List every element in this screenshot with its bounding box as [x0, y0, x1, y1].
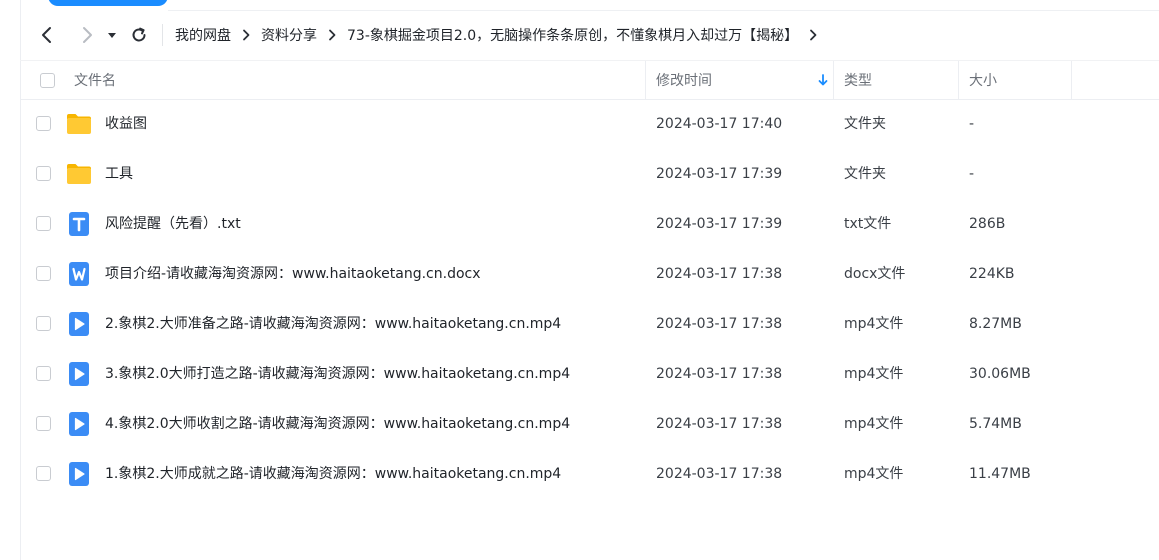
file-type: mp4文件 [844, 466, 904, 482]
column-header-name[interactable]: 文件名 [74, 61, 116, 99]
file-list: 收益图 2024-03-17 17:40 文件夹 - 工具 2024-03-17… [20, 99, 1159, 499]
column-header-modified[interactable]: 修改时间 [656, 61, 832, 99]
file-name[interactable]: 3.象棋2.0大师打造之路-请收藏海淘资源网：www.haitaoketang.… [105, 349, 570, 399]
select-all-checkbox[interactable] [40, 72, 55, 88]
chevron-right-icon [236, 29, 256, 41]
file-name[interactable]: 项目介绍-请收藏海淘资源网：www.haitaoketang.cn.docx [105, 249, 481, 299]
column-header-type[interactable]: 类型 [844, 61, 872, 99]
table-row[interactable]: 风险提醒（先看）.txt 2024-03-17 17:39 txt文件 286B [20, 199, 1159, 249]
video-file-icon [69, 312, 89, 336]
file-size: - [969, 166, 975, 182]
file-name[interactable]: 风险提醒（先看）.txt [105, 199, 241, 249]
video-file-icon [69, 412, 89, 436]
nav-divider [162, 24, 163, 46]
file-modified: 2024-03-17 17:38 [656, 416, 783, 432]
refresh-button[interactable] [126, 22, 152, 48]
breadcrumb-item-root[interactable]: 我的网盘 [175, 25, 231, 45]
file-type: 文件夹 [844, 116, 886, 132]
breadcrumb-item-share[interactable]: 资料分享 [261, 25, 317, 45]
column-divider[interactable] [645, 61, 646, 99]
upload-button-edge[interactable] [48, 0, 168, 6]
file-modified: 2024-03-17 17:40 [656, 116, 783, 132]
file-size: 224KB [969, 266, 1015, 282]
row-checkbox[interactable] [36, 416, 51, 431]
breadcrumb: 我的网盘 资料分享 73-象棋掘金项目2.0，无脑操作条条原创，不懂象棋月入却过… [175, 25, 828, 45]
chevron-right-icon [322, 29, 342, 41]
back-button[interactable] [34, 22, 60, 48]
file-name[interactable]: 工具 [105, 149, 133, 199]
folder-icon [67, 164, 91, 184]
table-header: 文件名 修改时间 类型 大小 [20, 60, 1159, 100]
file-size: - [969, 116, 975, 132]
row-checkbox[interactable] [36, 316, 51, 331]
chevron-right-icon[interactable] [803, 29, 823, 41]
chevron-left-icon [42, 27, 51, 43]
row-checkbox[interactable] [36, 166, 51, 181]
row-checkbox[interactable] [36, 266, 51, 281]
file-browser-window: 我的网盘 资料分享 73-象棋掘金项目2.0，无脑操作条条原创，不懂象棋月入却过… [0, 0, 1159, 560]
file-modified: 2024-03-17 17:39 [656, 216, 783, 232]
file-size: 286B [969, 216, 1006, 232]
file-name[interactable]: 收益图 [105, 99, 147, 149]
file-type: mp4文件 [844, 316, 904, 332]
file-size: 5.74MB [969, 416, 1022, 432]
row-checkbox[interactable] [36, 466, 51, 481]
table-row[interactable]: 3.象棋2.0大师打造之路-请收藏海淘资源网：www.haitaoketang.… [20, 349, 1159, 399]
history-dropdown-button[interactable] [104, 22, 120, 48]
txt-file-icon [69, 212, 89, 236]
column-header-type-label: 类型 [844, 73, 872, 89]
file-name[interactable]: 4.象棋2.0大师收割之路-请收藏海淘资源网：www.haitaoketang.… [105, 399, 570, 449]
caret-down-icon [108, 33, 116, 38]
table-row[interactable]: 收益图 2024-03-17 17:40 文件夹 - [20, 99, 1159, 149]
column-header-name-label: 文件名 [74, 73, 116, 89]
file-name[interactable]: 1.象棋2.大师成就之路-请收藏海淘资源网：www.haitaoketang.c… [105, 449, 561, 499]
folder-icon [67, 114, 91, 134]
table-row[interactable]: 4.象棋2.0大师收割之路-请收藏海淘资源网：www.haitaoketang.… [20, 399, 1159, 449]
file-type: docx文件 [844, 266, 906, 282]
row-checkbox[interactable] [36, 116, 51, 131]
file-size: 11.47MB [969, 466, 1031, 482]
word-file-icon [69, 262, 89, 286]
column-divider[interactable] [958, 61, 959, 99]
video-file-icon [69, 362, 89, 386]
file-modified: 2024-03-17 17:38 [656, 466, 783, 482]
column-header-size[interactable]: 大小 [969, 61, 997, 99]
file-type: txt文件 [844, 216, 892, 232]
file-type: 文件夹 [844, 166, 886, 182]
refresh-icon [132, 27, 146, 42]
video-file-icon [69, 462, 89, 486]
table-row[interactable]: 2.象棋2.大师准备之路-请收藏海淘资源网：www.haitaoketang.c… [20, 299, 1159, 349]
column-divider[interactable] [833, 61, 834, 99]
column-header-size-label: 大小 [969, 73, 997, 89]
breadcrumb-item-current[interactable]: 73-象棋掘金项目2.0，无脑操作条条原创，不懂象棋月入却过万【揭秘】 [347, 25, 798, 45]
file-name[interactable]: 2.象棋2.大师准备之路-请收藏海淘资源网：www.haitaoketang.c… [105, 299, 561, 349]
file-size: 8.27MB [969, 316, 1022, 332]
table-row[interactable]: 工具 2024-03-17 17:39 文件夹 - [20, 149, 1159, 199]
file-type: mp4文件 [844, 416, 904, 432]
navigation-bar: 我的网盘 资料分享 73-象棋掘金项目2.0，无脑操作条条原创，不懂象棋月入却过… [20, 10, 1159, 60]
row-checkbox[interactable] [36, 216, 51, 231]
file-modified: 2024-03-17 17:38 [656, 316, 783, 332]
table-row[interactable]: 1.象棋2.大师成就之路-请收藏海淘资源网：www.haitaoketang.c… [20, 449, 1159, 499]
file-size: 30.06MB [969, 366, 1031, 382]
chevron-right-icon [83, 27, 92, 43]
forward-button[interactable] [74, 22, 100, 48]
table-row[interactable]: 项目介绍-请收藏海淘资源网：www.haitaoketang.cn.docx 2… [20, 249, 1159, 299]
sort-down-arrow-icon [818, 74, 828, 86]
file-modified: 2024-03-17 17:38 [656, 266, 783, 282]
file-modified: 2024-03-17 17:39 [656, 166, 783, 182]
row-checkbox[interactable] [36, 366, 51, 381]
column-header-modified-label: 修改时间 [656, 73, 712, 89]
select-all-wrapper [40, 61, 55, 99]
file-modified: 2024-03-17 17:38 [656, 366, 783, 382]
column-divider[interactable] [1071, 61, 1072, 99]
file-type: mp4文件 [844, 366, 904, 382]
